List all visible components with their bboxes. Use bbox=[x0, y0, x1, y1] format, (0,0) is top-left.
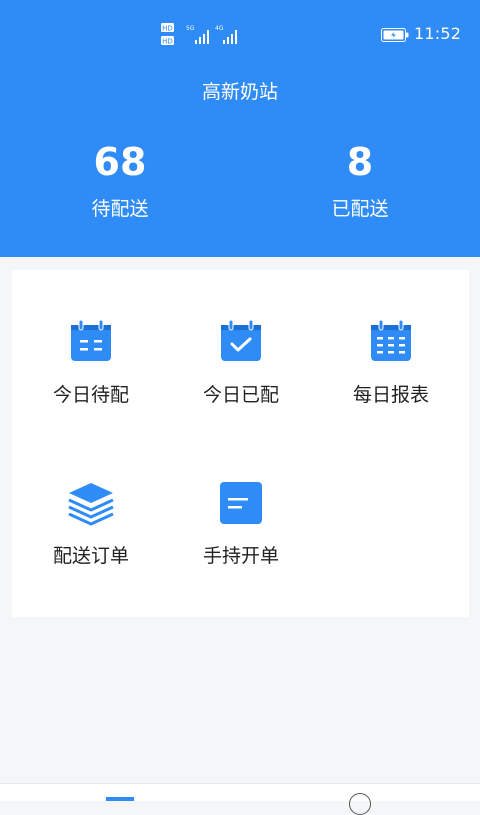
menu-card: 今日待配 今日已配 每日报表 配送订单 手持开单 bbox=[12, 270, 469, 617]
menu-item-label: 每日报表 bbox=[352, 384, 429, 406]
menu-item-label: 今日待配 bbox=[52, 384, 129, 406]
delivered-stat[interactable]: 8 已配送 bbox=[240, 140, 480, 221]
status-bar: HD HD 5G 4G 11:52 bbox=[0, 20, 480, 52]
menu-item-label: 今日已配 bbox=[202, 384, 279, 406]
tab-home-icon[interactable] bbox=[106, 797, 134, 801]
menu-item-delivery-orders[interactable]: 配送订单 bbox=[15, 479, 167, 568]
delivered-count: 8 bbox=[346, 140, 374, 184]
bottom-tab-bar bbox=[0, 783, 480, 815]
menu-item-today-pending[interactable]: 今日待配 bbox=[15, 318, 167, 407]
pending-delivery-stat[interactable]: 68 待配送 bbox=[0, 140, 240, 221]
battery-icon bbox=[381, 28, 409, 42]
menu-item-daily-report[interactable]: 每日报表 bbox=[315, 318, 467, 407]
page-title: 高新奶站 bbox=[201, 81, 278, 103]
calendar-grid-icon bbox=[371, 319, 411, 361]
network-signal-icon: HD HD 5G 4G bbox=[161, 23, 237, 46]
4g-label: 4G bbox=[215, 25, 224, 32]
5g-label: 5G bbox=[186, 25, 195, 32]
delivered-label: 已配送 bbox=[331, 198, 389, 220]
layers-icon bbox=[68, 483, 114, 526]
document-icon bbox=[220, 482, 262, 524]
clock: 11:52 bbox=[414, 24, 462, 43]
menu-item-today-delivered[interactable]: 今日已配 bbox=[165, 318, 317, 407]
calendar-check-icon bbox=[221, 319, 261, 361]
menu-item-label: 配送订单 bbox=[52, 545, 129, 567]
pending-delivery-label: 待配送 bbox=[91, 198, 149, 220]
tab-profile-icon[interactable] bbox=[349, 793, 371, 815]
header: HD HD 5G 4G 11:52 高新奶站 68 待配送 8 已配送 bbox=[0, 0, 480, 257]
pending-delivery-count: 68 bbox=[93, 140, 147, 184]
hd-label-1: HD bbox=[162, 25, 173, 33]
calendar-icon bbox=[71, 319, 111, 361]
menu-item-handheld-billing[interactable]: 手持开单 bbox=[165, 479, 317, 568]
hd-label-2: HD bbox=[162, 38, 173, 46]
menu-item-label: 手持开单 bbox=[202, 545, 279, 567]
